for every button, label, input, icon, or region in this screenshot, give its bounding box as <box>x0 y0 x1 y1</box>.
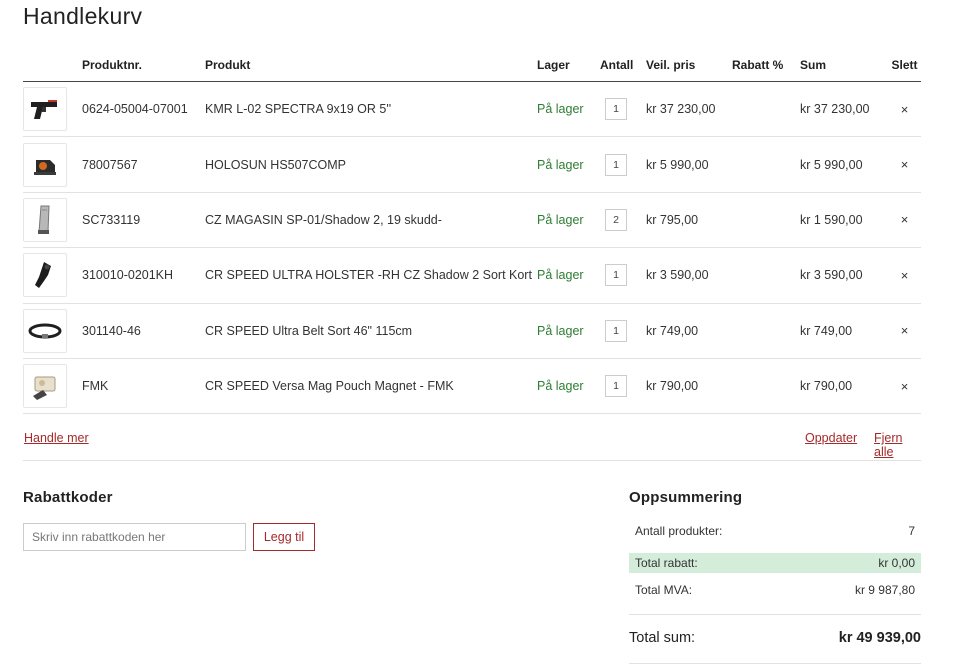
unit-price: kr 749,00 <box>646 323 699 338</box>
total-vat-value: kr 9 987,80 <box>854 583 915 597</box>
header-sum: Sum <box>800 57 827 72</box>
summary-bottom-divider <box>629 663 921 664</box>
delete-button[interactable]: × <box>901 268 909 283</box>
product-thumbnail[interactable] <box>23 197 67 242</box>
product-name[interactable]: CZ MAGASIN SP-01/Shadow 2, 19 skudd- <box>205 213 537 227</box>
delete-button[interactable]: × <box>901 212 909 227</box>
cart-table: Produktnr. Produkt Lager Antall Veil. pr… <box>23 48 921 415</box>
unit-price: kr 5 990,00 <box>646 157 709 172</box>
stock-status: På lager <box>537 212 584 227</box>
total-sum-value: kr 49 939,00 <box>838 630 921 646</box>
product-number: 310010-0201KH <box>82 268 174 283</box>
delete-button[interactable]: × <box>901 379 909 394</box>
quantity-input[interactable]: 2 <box>605 208 627 231</box>
summary-divider <box>629 614 921 615</box>
holster-icon <box>35 262 51 289</box>
discount-code-input[interactable] <box>23 523 246 551</box>
stock-status: På lager <box>537 157 584 172</box>
line-sum: kr 790,00 <box>800 379 853 394</box>
belt-icon <box>28 323 62 339</box>
product-number: 0624-05004-07001 <box>82 102 188 117</box>
header-stock: Lager <box>537 57 570 72</box>
unit-price: kr 3 590,00 <box>646 268 709 283</box>
product-thumbnail[interactable] <box>23 253 67 298</box>
total-sum-label: Total sum: <box>629 630 696 646</box>
table-row: 310010-0201KH CR SPEED ULTRA HOLSTER -RH… <box>23 248 921 304</box>
unit-price: kr 790,00 <box>646 379 699 394</box>
product-name[interactable]: CR SPEED ULTRA HOLSTER -RH CZ Shadow 2 S… <box>205 268 537 282</box>
header-product-number: Produktnr. <box>82 57 143 72</box>
product-number: 78007567 <box>82 157 138 172</box>
product-name[interactable]: KMR L-02 SPECTRA 9x19 OR 5'' <box>205 102 537 116</box>
header-discount: Rabatt % <box>732 57 784 72</box>
product-number: FMK <box>82 379 109 394</box>
product-count-label: Antall produkter: <box>635 524 723 538</box>
stock-status: På lager <box>537 268 584 283</box>
product-thumbnail[interactable] <box>23 364 67 409</box>
unit-price: kr 795,00 <box>646 212 699 227</box>
cart-actions: Handle mer Oppdater Fjern alle <box>23 426 921 461</box>
summary-total-sum: Total sum: kr 49 939,00 <box>629 630 921 646</box>
product-name[interactable]: CR SPEED Ultra Belt Sort 46" 115cm <box>205 324 537 338</box>
stock-status: På lager <box>537 323 584 338</box>
product-number: 301140-46 <box>82 323 141 338</box>
table-row: SC733119 CZ MAGASIN SP-01/Shadow 2, 19 s… <box>23 193 921 249</box>
quantity-input[interactable]: 1 <box>605 153 627 176</box>
header-delete: Slett <box>891 57 918 72</box>
product-count-value: 7 <box>908 524 915 538</box>
total-vat-label: Total MVA: <box>635 583 693 597</box>
line-sum: kr 37 230,00 <box>800 102 870 117</box>
delete-button[interactable]: × <box>901 157 909 172</box>
summary-total-vat: Total MVA: kr 9 987,80 <box>629 580 921 600</box>
line-sum: kr 1 590,00 <box>800 212 863 227</box>
header-product: Produkt <box>205 57 251 72</box>
pistol-icon <box>31 100 57 120</box>
total-discount-label: Total rabatt: <box>635 556 698 570</box>
quantity-input[interactable]: 1 <box>605 98 627 121</box>
summary-product-count: Antall produkter: 7 <box>629 521 921 541</box>
header-quantity: Antall <box>600 57 634 72</box>
red-dot-sight-icon <box>34 159 56 175</box>
line-sum: kr 5 990,00 <box>800 157 863 172</box>
quantity-input[interactable]: 1 <box>605 375 627 398</box>
stock-status: På lager <box>537 379 584 394</box>
total-discount-value: kr 0,00 <box>878 556 915 570</box>
mag-pouch-icon <box>33 376 56 401</box>
stock-status: På lager <box>537 102 584 117</box>
remove-all-link[interactable]: Fjern alle <box>874 431 921 459</box>
magazine-icon <box>38 205 50 234</box>
product-name[interactable]: CR SPEED Versa Mag Pouch Magnet - FMK <box>205 379 537 393</box>
line-sum: kr 749,00 <box>800 323 853 338</box>
summary-title: Oppsummering <box>629 489 743 506</box>
delete-button[interactable]: × <box>901 323 909 338</box>
table-row: 301140-46 CR SPEED Ultra Belt Sort 46" 1… <box>23 304 921 359</box>
product-thumbnail[interactable] <box>23 142 67 187</box>
product-number: SC733119 <box>82 212 141 227</box>
discount-codes-title: Rabattkoder <box>23 489 113 506</box>
header-price: Veil. pris <box>646 57 696 72</box>
product-name[interactable]: HOLOSUN HS507COMP <box>205 158 537 172</box>
unit-price: kr 37 230,00 <box>646 102 716 117</box>
product-thumbnail[interactable] <box>23 87 67 132</box>
delete-button[interactable]: × <box>901 102 909 117</box>
line-sum: kr 3 590,00 <box>800 268 863 283</box>
table-row: 0624-05004-07001 KMR L-02 SPECTRA 9x19 O… <box>23 82 921 138</box>
continue-shopping-link[interactable]: Handle mer <box>24 431 89 445</box>
update-cart-link[interactable]: Oppdater <box>805 431 857 445</box>
quantity-input[interactable]: 1 <box>605 264 627 287</box>
page-title: Handlekurv <box>23 3 143 29</box>
summary-total-discount: Total rabatt: kr 0,00 <box>629 553 921 573</box>
add-discount-button[interactable]: Legg til <box>253 523 315 551</box>
cart-table-header: Produktnr. Produkt Lager Antall Veil. pr… <box>23 48 921 82</box>
table-row: FMK CR SPEED Versa Mag Pouch Magnet - FM… <box>23 359 921 415</box>
table-row: 78007567 HOLOSUN HS507COMP På lager 1 kr… <box>23 137 921 193</box>
quantity-input[interactable]: 1 <box>605 319 627 342</box>
product-thumbnail[interactable] <box>23 308 67 353</box>
